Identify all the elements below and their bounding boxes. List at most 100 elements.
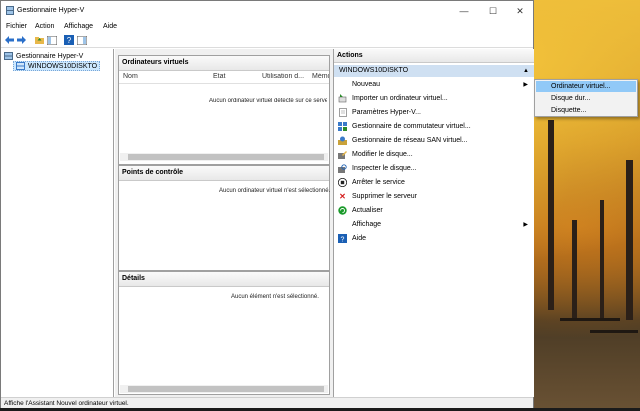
checkpoint-panel-title: Points de contrôle [119, 166, 329, 181]
submenu-arrow-icon: ▶ [523, 81, 528, 88]
vm-hscrollbar[interactable] [120, 153, 328, 161]
menu-bar: Fichier Action Affichage Aide [1, 21, 533, 33]
console-tree: Gestionnaire Hyper-V WINDOWS10DISKTO [1, 49, 114, 397]
action-aide[interactable]: ? Aide [338, 232, 532, 244]
show-actions-button[interactable] [77, 35, 87, 45]
hyperv-window: Gestionnaire Hyper-V — ☐ ✕ Fichier Actio… [0, 0, 534, 409]
tree-root-label: Gestionnaire Hyper-V [16, 52, 84, 60]
menu-fichier[interactable]: Fichier [6, 23, 27, 30]
switch-icon [338, 121, 347, 131]
back-button[interactable] [4, 35, 14, 45]
details-hscrollbar[interactable] [120, 385, 328, 393]
action-label: Gestionnaire de commutateur virtuel... [352, 122, 471, 130]
action-nouveau[interactable]: Nouveau ▶ [338, 78, 532, 90]
action-label: Nouveau [352, 80, 381, 88]
svg-text:?: ? [341, 236, 345, 243]
action-affichage[interactable]: Affichage ▶ [338, 218, 532, 230]
tree-item-server[interactable]: WINDOWS10DISKTO [13, 61, 101, 71]
help-icon: ? [338, 233, 347, 243]
action-importer[interactable]: Importer un ordinateur virtuel... [338, 92, 532, 104]
menu-aide[interactable]: Aide [103, 23, 117, 30]
tree-server-label: WINDOWS10DISKTO [28, 62, 98, 70]
action-label: Gestionnaire de réseau SAN virtuel... [352, 136, 468, 144]
tree-trunk [626, 160, 633, 320]
action-label: Arrêter le service [352, 178, 405, 186]
action-pane-icon [77, 35, 87, 45]
col-etat[interactable]: État [213, 73, 253, 80]
action-label: Inspecter le disque... [352, 164, 417, 172]
action-commutateur[interactable]: Gestionnaire de commutateur virtuel... [338, 120, 532, 132]
tree-root-hyperv-manager[interactable]: Gestionnaire Hyper-V [4, 52, 83, 60]
san-icon [338, 136, 347, 145]
action-parametres[interactable]: Paramètres Hyper-V... [338, 106, 532, 118]
details-panel: Détails Aucun élément n'est sélectionné. [118, 271, 330, 395]
hyperv-app-icon [6, 6, 14, 15]
vm-empty-message: Aucun ordinateur virtuel détecté sur ce … [209, 98, 327, 104]
minimize-button[interactable]: — [450, 3, 478, 19]
blank-icon [338, 80, 347, 89]
import-icon [338, 93, 347, 103]
bench [560, 318, 620, 321]
submenu-ordinateur-virtuel[interactable]: Ordinateur virtuel... [536, 81, 636, 92]
maximize-button[interactable]: ☐ [479, 3, 507, 19]
up-folder-button[interactable] [34, 35, 44, 45]
vm-hscroll-thumb[interactable] [128, 154, 324, 160]
vm-panel-title: Ordinateurs virtuels [119, 56, 329, 71]
settings-doc-icon [338, 107, 347, 117]
action-arreter-service[interactable]: Arrêter le service [338, 176, 532, 188]
actions-pane: Actions WINDOWS10DISKTO ▲ Nouveau ▶ Impo… [333, 49, 534, 397]
tree-trunk [548, 120, 554, 310]
details-empty-message: Aucun élément n'est sélectionné. [231, 294, 319, 300]
title-bar[interactable]: Gestionnaire Hyper-V — ☐ ✕ [1, 1, 533, 21]
checkpoint-empty-message: Aucun ordinateur virtuel n'est sélection… [219, 188, 331, 194]
close-button[interactable]: ✕ [506, 3, 534, 19]
forward-button[interactable] [16, 35, 26, 45]
action-supprimer-serveur[interactable]: ✕ Supprimer le serveur [338, 190, 532, 202]
details-hscroll-thumb[interactable] [128, 386, 324, 392]
col-nom[interactable]: Nom [123, 73, 203, 80]
blank-icon [338, 220, 347, 229]
bench [590, 330, 638, 333]
action-san[interactable]: Gestionnaire de réseau SAN virtuel... [338, 134, 532, 146]
server-icon [16, 62, 25, 70]
status-text: Affiche l'Assistant Nouvel ordinateur vi… [4, 400, 129, 407]
action-label: Importer un ordinateur virtuel... [352, 94, 448, 102]
show-tree-button[interactable] [47, 35, 57, 45]
menu-affichage[interactable]: Affichage [64, 23, 93, 30]
action-label: Modifier le disque... [352, 150, 413, 158]
stop-icon [338, 177, 347, 187]
col-utilisation[interactable]: Utilisation d... [262, 73, 310, 80]
back-arrow-icon [4, 36, 14, 44]
submenu-disquette[interactable]: Disquette... [536, 105, 636, 116]
window-title: Gestionnaire Hyper-V [17, 7, 85, 14]
toolbar: ? [1, 33, 533, 48]
console-tree-icon [47, 35, 57, 45]
edit-disk-icon [338, 150, 347, 159]
collapse-up-icon[interactable]: ▲ [523, 65, 529, 77]
help-toolbar-button[interactable]: ? [64, 35, 74, 45]
action-label: Aide [352, 234, 367, 242]
vm-panel: Ordinateurs virtuels Nom État Utilisatio… [118, 55, 330, 165]
submenu-arrow-icon: ▶ [523, 221, 528, 228]
tree-trunk [572, 220, 577, 320]
inspect-disk-icon [338, 163, 347, 173]
action-actualiser[interactable]: Actualiser [338, 204, 532, 216]
actions-title: Actions [334, 49, 534, 63]
help-book-icon: ? [64, 35, 74, 45]
action-label: Actualiser [352, 206, 383, 214]
action-inspecter-disque[interactable]: Inspecter le disque... [338, 162, 532, 174]
menu-action[interactable]: Action [35, 23, 54, 30]
tree-trunk [600, 200, 604, 320]
svg-text:?: ? [67, 36, 72, 45]
actions-server-header[interactable]: WINDOWS10DISKTO ▲ [334, 65, 534, 77]
action-modifier-disque[interactable]: Modifier le disque... [338, 148, 532, 160]
details-panel-title: Détails [119, 272, 329, 287]
nouveau-submenu: Ordinateur virtuel... Disque dur... Disq… [534, 79, 638, 117]
vm-column-headers: Nom État Utilisation d... Mémo [119, 71, 329, 84]
delete-icon: ✕ [339, 191, 346, 201]
action-label: Paramètres Hyper-V... [352, 108, 421, 116]
col-memoire[interactable]: Mémo [312, 73, 329, 80]
action-label: Supprimer le serveur [352, 192, 417, 200]
forward-arrow-icon [16, 36, 26, 44]
submenu-disque-dur[interactable]: Disque dur... [536, 93, 636, 104]
